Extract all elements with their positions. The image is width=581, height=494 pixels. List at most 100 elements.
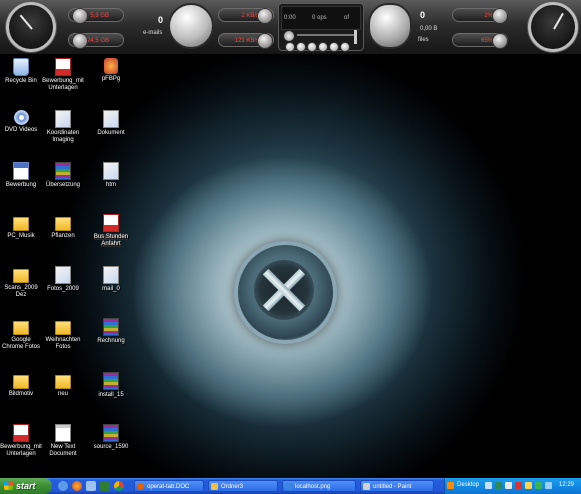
icon-label: Rechnung [97,338,125,344]
player-of: of [344,15,350,21]
icon-label: Dokument [97,130,125,136]
taskbar-button-browser[interactable]: localhost.png [282,480,356,492]
paint-icon [363,483,370,490]
volume-knob[interactable] [283,30,295,42]
quicklaunch-media-icon[interactable] [100,481,110,491]
tray-messenger-icon[interactable] [535,482,542,489]
gadget-bar: 5,3 GB 24,5 GB 0 e-mails 2 KB/s 121 KB/s… [0,0,581,55]
folder-icon [211,483,218,490]
archive-icon [55,162,71,180]
media-player: 0:00 0 ops of [278,3,364,52]
next-button[interactable] [329,42,339,52]
mail-icon[interactable] [168,3,214,49]
desktop-icon-image[interactable]: Koordinaten Imaging [42,110,84,144]
desktop-icon-folder[interactable]: Scans_2009 Dez [0,266,42,299]
image-file-icon [103,266,119,284]
desktop-icon-recycle-bin[interactable]: Recycle Bin [0,58,42,85]
icon-label: New Text Document [49,444,77,457]
desktop-icon-dvd[interactable]: DVD Videos [0,110,42,134]
prev-button[interactable] [285,42,295,52]
stop-button[interactable] [340,42,350,52]
desktop-icon-folder[interactable]: Google Chrome Fotos [0,318,42,351]
start-label: start [16,481,36,491]
desktop-icon-archive[interactable]: install_15 [90,372,132,399]
tray-app-icon[interactable] [447,482,454,489]
taskbar-button-paint[interactable]: untitled - Paint [360,480,434,492]
quicklaunch-chrome-icon[interactable] [114,481,124,491]
task-label: Ordner3 [221,484,244,490]
desktop-icon-document[interactable]: Dokument [90,110,132,137]
recycle-count: 0 [420,10,426,20]
icon-label: neu [57,391,68,397]
tray-shield-icon[interactable] [495,482,502,489]
gauge-needle [19,14,33,30]
icon-label: DVD Videos [4,127,38,133]
icon-label: Bewerbung [5,182,37,188]
pdf-icon [103,214,119,232]
start-button[interactable]: start [0,478,52,494]
desktop-icon-pdf[interactable]: Bewerbung_mit Unterlagen [42,58,84,92]
desktop-icon-app[interactable]: pFBPg [90,58,132,83]
desktop-icon-word[interactable]: Bewerbung [0,162,42,189]
desktop-icon-folder[interactable]: PC_Musik [0,214,42,240]
taskbar-button-document[interactable]: operat-tab.DOC [134,480,204,492]
icon-label: Google Chrome Fotos [1,337,40,350]
tray-network-icon[interactable] [485,482,492,489]
icon-label: pFBPg [101,76,121,82]
pdf-icon [13,424,29,442]
desktop-icon-pdf[interactable]: Bewerbung_mit Unterlagen [0,424,42,458]
tray-power-icon[interactable] [545,482,552,489]
folder-icon [13,269,29,283]
taskbar: start operat-tab.DOC Ordner3 localhost.p… [0,478,581,494]
quicklaunch-firefox-icon[interactable] [72,481,82,491]
disk-d-icon [72,33,88,49]
rewind-button[interactable] [296,42,306,52]
desktop-icon-htm[interactable]: htm [90,162,132,189]
desktop-icon-archive[interactable]: source_1590 [90,424,132,451]
volume-slider[interactable] [354,30,357,44]
desktop-icon-folder[interactable]: Bildmotiv [0,372,42,398]
folder-icon [13,217,29,231]
quicklaunch-browser-icon[interactable] [58,481,68,491]
seek-bar[interactable] [297,34,355,36]
archive-icon [103,424,119,442]
desktop-icon-archive[interactable]: Übersetzung [42,162,84,189]
desktop-toolbar-label[interactable]: Desktop [457,482,479,488]
desktop-icon-folder[interactable]: Weihnachten Fotos [42,318,84,351]
forward-button[interactable] [318,42,328,52]
play-button[interactable] [307,42,317,52]
folder-icon [55,217,71,231]
tray-volume-icon[interactable] [505,482,512,489]
gauge-needle [553,12,564,30]
tray-security-icon[interactable] [515,482,522,489]
icon-label: Koordinaten Imaging [46,130,80,143]
recycle-bin-icon [13,58,29,76]
desktop-icon-folder[interactable]: neu [42,372,84,398]
disk-c-icon [72,8,88,24]
mail-label: e-mails [143,30,163,36]
icon-label: Bus Stunden Anfahrt [93,234,129,247]
icon-label: source_1590 [93,444,129,450]
net-up-value: 121 KB/s [234,38,259,44]
recycle-bin-gadget-icon[interactable] [368,3,412,49]
desktop-icon-archive[interactable]: Rechnung [90,318,132,345]
task-label: localhost.png [295,484,331,490]
desktop-icon-pdf[interactable]: Bus Stunden Anfahrt [90,214,132,248]
disk-c-value: 5,3 GB [90,13,109,19]
clock[interactable]: 12:29 [559,482,574,488]
pdf-icon [55,58,71,76]
taskbar-button-folder[interactable]: Ordner3 [208,480,278,492]
windows-logo-icon [4,481,13,490]
tray-update-icon[interactable] [525,482,532,489]
task-label: operat-tab.DOC [147,484,190,490]
icon-label: Pflanzen [51,233,75,239]
folder-icon [55,321,71,335]
desktop-icon-image[interactable]: Fotos_2009 [42,266,84,293]
player-display: 0:00 0 ops of [281,6,361,30]
archive-icon [103,318,119,336]
icon-label: Weihnachten Fotos [45,337,81,350]
desktop-icon-image[interactable]: mail_0 [90,266,132,293]
desktop-icon-folder[interactable]: Pflanzen [42,214,84,240]
quicklaunch-show-desktop-icon[interactable] [86,481,96,491]
desktop-icon-text[interactable]: New Text Document [42,424,84,458]
